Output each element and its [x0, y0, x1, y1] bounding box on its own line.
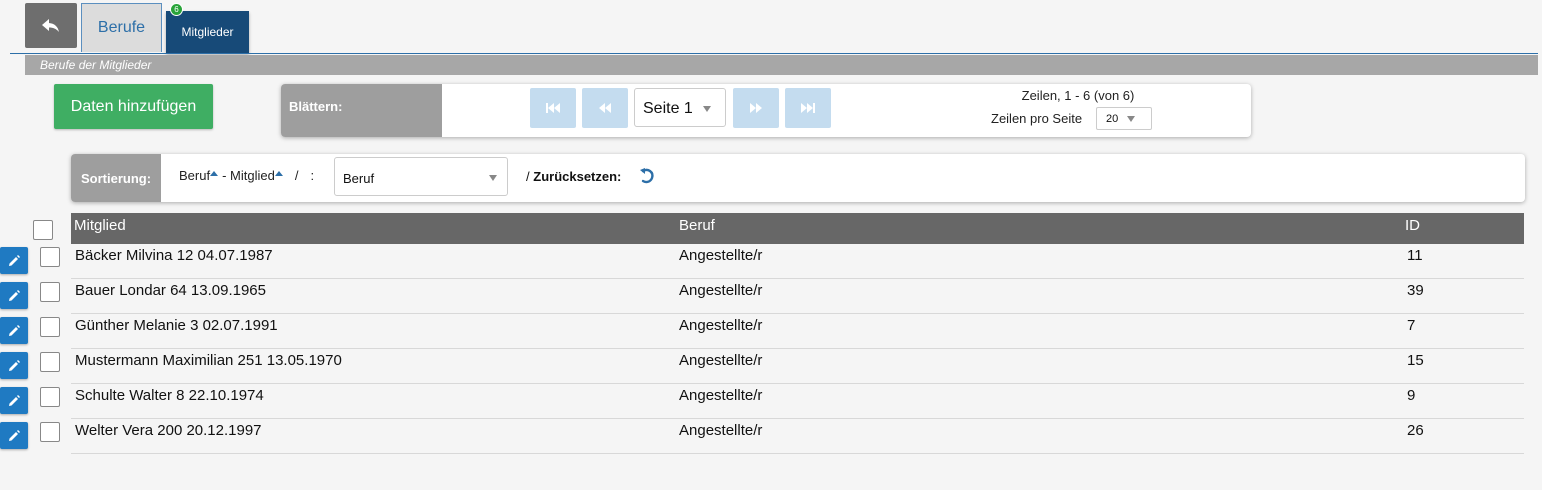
- tab-mitglieder-label: Mitglieder: [181, 25, 234, 39]
- rows-info: Zeilen, 1 - 6 (von 6): [1021, 88, 1135, 103]
- sort-chain: Beruf - Mitglied / :: [179, 168, 314, 183]
- edit-row-button[interactable]: [0, 317, 28, 344]
- tab-mitglieder[interactable]: Mitglieder: [166, 11, 249, 53]
- sort-asc-icon: [274, 171, 283, 176]
- cell-mitglied: Schulte Walter 8 22.10.1974: [75, 387, 264, 404]
- tab-berufe-label: Berufe: [97, 19, 146, 36]
- cell-mitglied: Welter Vera 200 20.12.1997: [75, 422, 262, 439]
- cell-mitglied: Bauer Londar 64 13.09.1965: [75, 282, 266, 299]
- table-header: Mitglied Beruf ID: [71, 213, 1524, 244]
- sort-asc-icon: [210, 171, 219, 176]
- chevron-down-icon: [1127, 116, 1135, 122]
- app-root: Berufe Mitglieder 6 Berufe der Mitgliede…: [0, 0, 1542, 490]
- cell-beruf: Angestellte/r: [679, 282, 763, 299]
- table-row[interactable]: Schulte Walter 8 22.10.1974 Angestellte/…: [71, 384, 1524, 419]
- row-checkbox[interactable]: [40, 247, 60, 267]
- tab-berufe[interactable]: Berufe: [81, 3, 162, 52]
- edit-row-button[interactable]: [0, 352, 28, 379]
- pencil-icon: [9, 359, 20, 371]
- first-page-button[interactable]: [530, 88, 576, 128]
- row-checkbox[interactable]: [40, 352, 60, 372]
- sort-slash: /: [294, 168, 299, 183]
- add-data-button[interactable]: Daten hinzufügen: [54, 84, 213, 129]
- last-page-icon: [801, 103, 815, 113]
- sort-bar: Sortierung: Beruf - Mitglied / : Beruf /…: [71, 154, 1525, 202]
- next-page-icon: [750, 103, 762, 113]
- cell-id: 9: [1407, 387, 1416, 404]
- edit-row-button[interactable]: [0, 282, 28, 309]
- page-select[interactable]: Seite 1: [634, 88, 726, 127]
- pencil-icon: [9, 254, 20, 266]
- chevron-down-icon: [703, 106, 711, 112]
- cell-mitglied: Bäcker Milvina 12 04.07.1987: [75, 247, 273, 264]
- cell-beruf: Angestellte/r: [679, 387, 763, 404]
- pager: Blättern: Seite 1 Zeilen, 1 - 6 (von 6): [281, 84, 1251, 137]
- sort-field-mitglied-label: - Mitglied: [222, 168, 275, 183]
- cell-beruf: Angestellte/r: [679, 247, 763, 264]
- row-checkbox[interactable]: [40, 422, 60, 442]
- sort-field-beruf-label: Beruf: [179, 168, 211, 183]
- pencil-icon: [9, 324, 20, 336]
- table-row[interactable]: Mustermann Maximilian 251 13.05.1970 Ang…: [71, 349, 1524, 384]
- rows-per-page-select[interactable]: 20: [1096, 107, 1152, 130]
- edit-row-button[interactable]: [0, 247, 28, 274]
- cell-beruf: Angestellte/r: [679, 352, 763, 369]
- cell-beruf: Angestellte/r: [679, 422, 763, 439]
- section-header: Berufe der Mitglieder: [25, 55, 1538, 75]
- table-row[interactable]: Bauer Londar 64 13.09.1965 Angestellte/r…: [71, 279, 1524, 314]
- pencil-icon: [9, 394, 20, 406]
- row-checkbox[interactable]: [40, 317, 60, 337]
- sort-field-select-value: Beruf: [343, 171, 375, 186]
- column-header-beruf[interactable]: Beruf: [679, 217, 715, 234]
- pager-label: Blättern:: [281, 84, 442, 137]
- edit-row-button[interactable]: [0, 422, 28, 449]
- cell-id: 7: [1407, 317, 1416, 334]
- table-row[interactable]: Günther Melanie 3 02.07.1991 Angestellte…: [71, 314, 1524, 349]
- tab-divider: [10, 53, 1538, 54]
- select-all-checkbox[interactable]: [33, 220, 53, 240]
- sort-reset-label: Zurücksetzen:: [533, 169, 622, 184]
- sort-colon: :: [310, 168, 315, 183]
- cell-id: 26: [1407, 422, 1424, 439]
- column-header-mitglied[interactable]: Mitglied: [74, 217, 126, 234]
- pencil-icon: [9, 429, 20, 441]
- sort-reset: / Zurücksetzen:: [526, 169, 621, 184]
- row-checkbox[interactable]: [40, 387, 60, 407]
- prev-page-button[interactable]: [582, 88, 628, 128]
- sort-label: Sortierung:: [71, 154, 161, 202]
- cell-beruf: Angestellte/r: [679, 317, 763, 334]
- cell-id: 11: [1407, 247, 1423, 264]
- mitglieder-count-badge: 6: [170, 3, 183, 16]
- next-page-button[interactable]: [733, 88, 779, 128]
- sort-field-mitglied[interactable]: - Mitglied: [222, 168, 283, 183]
- table-row[interactable]: Welter Vera 200 20.12.1997 Angestellte/r…: [71, 419, 1524, 454]
- last-page-button[interactable]: [785, 88, 831, 128]
- section-title: Berufe der Mitglieder: [40, 58, 152, 72]
- edit-row-button[interactable]: [0, 387, 28, 414]
- rows-per-page-label: Zeilen pro Seite: [991, 111, 1083, 126]
- reply-icon: [42, 18, 59, 32]
- prev-page-icon: [599, 103, 611, 113]
- first-page-icon: [546, 103, 560, 113]
- column-header-id[interactable]: ID: [1405, 217, 1420, 234]
- reset-icon[interactable]: [639, 167, 655, 185]
- cell-id: 39: [1407, 282, 1424, 299]
- cell-id: 15: [1407, 352, 1424, 369]
- rows-per-page-value: 20: [1106, 113, 1119, 125]
- cell-mitglied: Günther Melanie 3 02.07.1991: [75, 317, 278, 334]
- page-select-value: Seite 1: [643, 100, 693, 117]
- chevron-down-icon: [489, 175, 497, 181]
- sort-field-select[interactable]: Beruf: [334, 157, 508, 196]
- sort-field-beruf[interactable]: Beruf: [179, 168, 219, 183]
- sort-reset-prefix: /: [526, 169, 530, 184]
- table-row[interactable]: Bäcker Milvina 12 04.07.1987 Angestellte…: [71, 244, 1524, 279]
- row-checkbox[interactable]: [40, 282, 60, 302]
- back-button[interactable]: [25, 3, 77, 48]
- pencil-icon: [9, 289, 20, 301]
- cell-mitglied: Mustermann Maximilian 251 13.05.1970: [75, 352, 342, 369]
